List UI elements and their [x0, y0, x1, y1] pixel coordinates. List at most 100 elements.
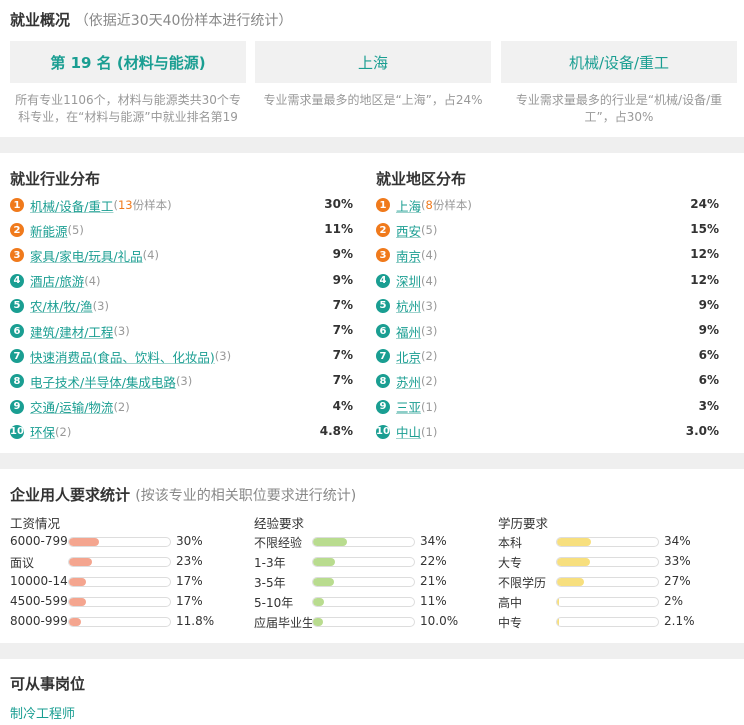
progress-bar [556, 557, 659, 567]
rank-badge: 6 [376, 324, 390, 338]
progress-bar [556, 597, 659, 607]
progress-fill [313, 598, 325, 606]
industry-row: 4 酒店/旅游 (4) 9% [10, 271, 353, 291]
education-row: 不限学历 27% [498, 573, 718, 591]
industry-name-link[interactable]: 环保 [30, 422, 55, 441]
percent-value: 11% [324, 222, 353, 237]
percent-value: 7% [332, 373, 353, 388]
sample-count: (3) [421, 324, 438, 338]
region-row: 4 深圳 (4) 12% [376, 271, 719, 291]
salary-label: 面议 [10, 556, 35, 570]
industry-name-link[interactable]: 家具/家电/玩具/礼品 [30, 246, 143, 265]
salary-row: 10000-14999 17% [10, 573, 230, 591]
section-divider [0, 453, 744, 469]
progress-fill [313, 558, 336, 566]
progress-fill [313, 538, 348, 546]
region-name-link[interactable]: 中山 [396, 422, 421, 441]
industry-name-link[interactable]: 农/林/牧/渔 [30, 296, 93, 315]
salary-percent: 11.8% [176, 614, 215, 628]
education-row: 高中 2% [498, 593, 718, 611]
industry-row: 9 交通/运输/物流 (2) 4% [10, 397, 353, 417]
overview-subtitle: （依据近30天40份样本进行统计） [74, 13, 293, 29]
rank-summary-value: 第 19 名 (材料与能源) [50, 53, 206, 72]
rank-badge: 10 [10, 424, 24, 439]
industry-row: 1 机械/设备/重工 (13份样本) 30% [10, 195, 353, 215]
region-title: 就业地区分布 [376, 170, 467, 188]
sample-count: (2) [421, 374, 438, 389]
region-name-link[interactable]: 南京 [396, 246, 421, 265]
experience-percent: 10.0% [420, 614, 459, 628]
progress-fill [69, 558, 93, 566]
progress-bar [68, 577, 171, 587]
experience-label: 1-3年 [254, 556, 286, 570]
sample-count: (13份样本) [113, 197, 171, 213]
experience-label: 不限经验 [254, 536, 303, 550]
percent-value: 9% [332, 247, 353, 262]
progress-bar [68, 597, 171, 607]
percent-value: 7% [332, 323, 353, 337]
rank-badge: 7 [10, 349, 24, 364]
top-industry-desc: 专业需求量最多的行业是“机械/设备/重工”，占30% [515, 93, 723, 124]
salary-label: 4500-5999 [10, 594, 68, 608]
rank-badge: 9 [10, 399, 24, 414]
percent-value: 12% [690, 272, 719, 287]
region-name-link[interactable]: 三亚 [396, 397, 421, 416]
rank-badge: 1 [376, 198, 390, 212]
industry-name-link[interactable]: 新能源 [30, 221, 68, 240]
salary-row: 6000-7999 30% [10, 533, 230, 551]
salary-row: 8000-9999 11.8% [10, 613, 230, 631]
sample-count: (3) [214, 349, 232, 364]
percent-value: 15% [690, 222, 719, 237]
industry-name-link[interactable]: 电子技术/半导体/集成电路 [30, 372, 176, 391]
region-name-link[interactable]: 苏州 [396, 372, 421, 391]
sample-count: (4) [84, 273, 101, 288]
section-divider [0, 137, 744, 153]
industry-name-link[interactable]: 酒店/旅游 [30, 271, 84, 290]
rank-badge: 2 [376, 223, 390, 238]
region-name-link[interactable]: 深圳 [396, 271, 421, 290]
region-name-link[interactable]: 福州 [396, 322, 421, 341]
top-industry-value: 机械/设备/重工 [568, 53, 670, 72]
requirements-subtitle: (按该专业的相关职位要求进行统计) [135, 488, 357, 504]
sample-count: (4) [421, 273, 438, 288]
sample-count: (1) [421, 399, 438, 414]
sample-count: (3) [92, 298, 109, 313]
progress-fill [69, 598, 87, 606]
rank-summary-box: 第 19 名 (材料与能源) [10, 41, 246, 83]
top-region-box: 上海 [255, 41, 491, 83]
position-link[interactable]: 制冷工程师 [10, 703, 75, 722]
sample-count: (2) [113, 399, 130, 414]
sample-count: (4) [421, 248, 438, 263]
industry-name-link[interactable]: 机械/设备/重工 [30, 196, 113, 215]
industry-title: 就业行业分布 [10, 170, 101, 188]
industry-name-link[interactable]: 建筑/建材/工程 [30, 322, 113, 341]
sample-count-part: 8 [425, 198, 433, 212]
overview-header: 就业概况 （依据近30天40份样本进行统计） [10, 9, 292, 30]
experience-row: 1-3年 22% [254, 553, 474, 571]
region-name-link[interactable]: 上海 [396, 196, 421, 215]
region-row: 10 中山 (1) 3.0% [376, 422, 719, 442]
region-name-link[interactable]: 杭州 [396, 296, 421, 315]
region-name-link[interactable]: 北京 [396, 347, 421, 366]
top-region-desc: 专业需求量最多的地区是“上海”，占24% [263, 93, 483, 107]
rank-badge: 3 [10, 248, 24, 263]
industry-name-link[interactable]: 交通/运输/物流 [30, 397, 113, 416]
education-percent: 33% [664, 554, 691, 568]
progress-bar [68, 537, 171, 547]
rank-badge: 1 [10, 198, 24, 212]
region-name-link[interactable]: 西安 [396, 221, 421, 240]
region-row: 5 杭州 (3) 9% [376, 296, 719, 316]
progress-fill [313, 578, 335, 586]
sample-count: (3) [175, 374, 193, 389]
salary-percent: 23% [176, 554, 203, 568]
rank-badge: 2 [10, 223, 24, 238]
percent-value: 9% [698, 297, 719, 312]
industry-name-link[interactable]: 快速消费品(食品、饮料、化妆品) [30, 347, 215, 366]
progress-bar [312, 537, 415, 547]
region-row: 3 南京 (4) 12% [376, 245, 719, 265]
region-row: 9 三亚 (1) 3% [376, 397, 719, 417]
industry-row: 6 建筑/建材/工程 (3) 7% [10, 321, 353, 341]
rank-badge: 10 [376, 424, 390, 439]
region-row: 1 上海 (8份样本) 24% [376, 195, 719, 215]
education-label: 不限学历 [498, 576, 547, 590]
